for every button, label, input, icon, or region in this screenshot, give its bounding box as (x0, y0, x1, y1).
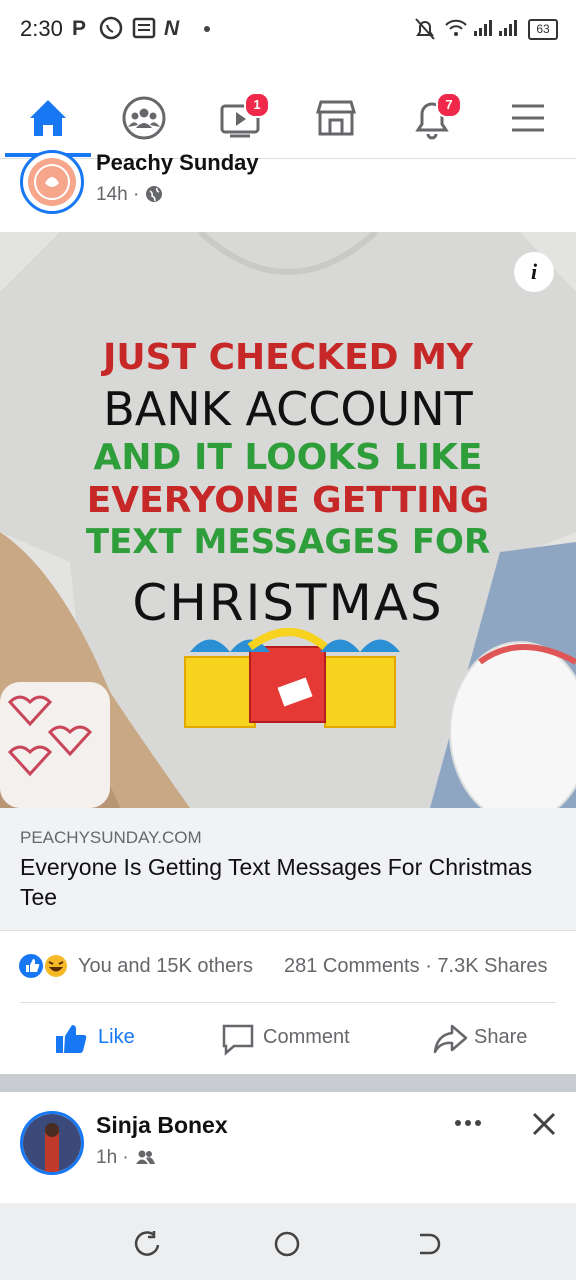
share-icon (433, 1024, 468, 1054)
stats-separator: · (425, 955, 432, 977)
nav-menu[interactable] (498, 88, 558, 148)
author-name[interactable]: Sinja Bonex (96, 1112, 228, 1139)
status-bar: 2:30 P N 63 (0, 0, 576, 60)
link-domain: PEACHYSUNDAY.COM (20, 828, 202, 847)
wifi-icon (445, 19, 467, 36)
feed-separator (0, 1074, 576, 1092)
groups-icon (122, 96, 166, 140)
n-app-icon: N (164, 17, 180, 40)
share-label: Share (474, 1026, 528, 1048)
notifications-badge: 7 (436, 92, 462, 118)
home-system-icon[interactable] (272, 1229, 302, 1259)
share-button[interactable]: Share (430, 1018, 540, 1058)
nav-marketplace[interactable] (306, 88, 366, 148)
comment-icon (222, 1024, 254, 1056)
like-label: Like (98, 1026, 135, 1048)
shirt-text-line-6: CHRISTMAS (132, 574, 444, 632)
watch-badge: 1 (244, 92, 270, 118)
nav-watch[interactable]: 1 (210, 88, 270, 148)
link-title[interactable]: Everyone Is Getting Text Messages For Ch… (20, 852, 550, 912)
post-meta: 14h · (96, 184, 163, 206)
more-options-icon[interactable] (452, 1113, 484, 1133)
pinterest-icon: P (72, 17, 87, 40)
comment-button[interactable]: Comment (218, 1018, 368, 1058)
author-avatar[interactable] (20, 1111, 84, 1175)
shirt-text-line-3: AND IT LOOKS LIKE (93, 437, 483, 478)
page-avatar[interactable] (20, 150, 84, 214)
nav-groups[interactable] (114, 88, 174, 148)
menu-icon (512, 104, 544, 132)
comment-label: Comment (263, 1026, 350, 1048)
shirt-text-line-1: JUST CHECKED MY (102, 337, 473, 378)
battery-icon: 63 (528, 19, 558, 40)
signal-icon (474, 20, 517, 36)
shirt-text-line-2: BANK ACCOUNT (103, 382, 473, 436)
back-icon[interactable] (412, 1229, 442, 1259)
post-time: 14h (96, 184, 128, 205)
system-nav-bar (0, 1203, 576, 1280)
ad-info-button[interactable]: i (514, 252, 554, 292)
page-name[interactable]: Peachy Sunday (96, 150, 259, 176)
gift-boxes-icon (184, 628, 400, 728)
globe-icon (145, 186, 162, 202)
mute-bell-icon (415, 18, 435, 40)
status-time: 2:30 (20, 16, 63, 41)
close-icon[interactable] (530, 1110, 558, 1138)
nav-notifications[interactable]: 7 (402, 88, 462, 148)
more-notifications-dot (204, 26, 210, 32)
next-meta-separator: · (122, 1147, 129, 1168)
divider-line (20, 1002, 556, 1003)
whatsapp-icon (99, 16, 123, 40)
next-post-time: 1h (96, 1147, 118, 1168)
meta-separator: · (132, 184, 140, 205)
top-nav: 1 7 (0, 60, 576, 159)
shirt-text-line-5: TEXT MESSAGES FOR (85, 522, 491, 562)
marketplace-icon (315, 100, 357, 136)
shirt-text-line-4: EVERYONE GETTING (86, 480, 490, 521)
reaction-summary[interactable]: You and 15K others (78, 955, 253, 978)
like-button[interactable]: Like (50, 1018, 160, 1058)
comment-count[interactable]: 281 Comments (284, 955, 420, 977)
news-icon (132, 17, 156, 39)
nav-home[interactable] (18, 88, 78, 148)
reaction-icons[interactable] (18, 952, 74, 980)
friends-icon (136, 1150, 156, 1164)
share-count[interactable]: 7.3K Shares (437, 955, 547, 977)
post-image[interactable]: JUST CHECKED MY BANK ACCOUNT AND IT LOOK… (0, 232, 576, 808)
recent-apps-icon[interactable] (132, 1229, 162, 1259)
home-icon (30, 100, 66, 136)
thumbs-up-icon (56, 1025, 87, 1053)
post-stats: 281 Comments · 7.3K Shares (284, 955, 548, 978)
next-post-meta: 1h · (96, 1147, 156, 1169)
